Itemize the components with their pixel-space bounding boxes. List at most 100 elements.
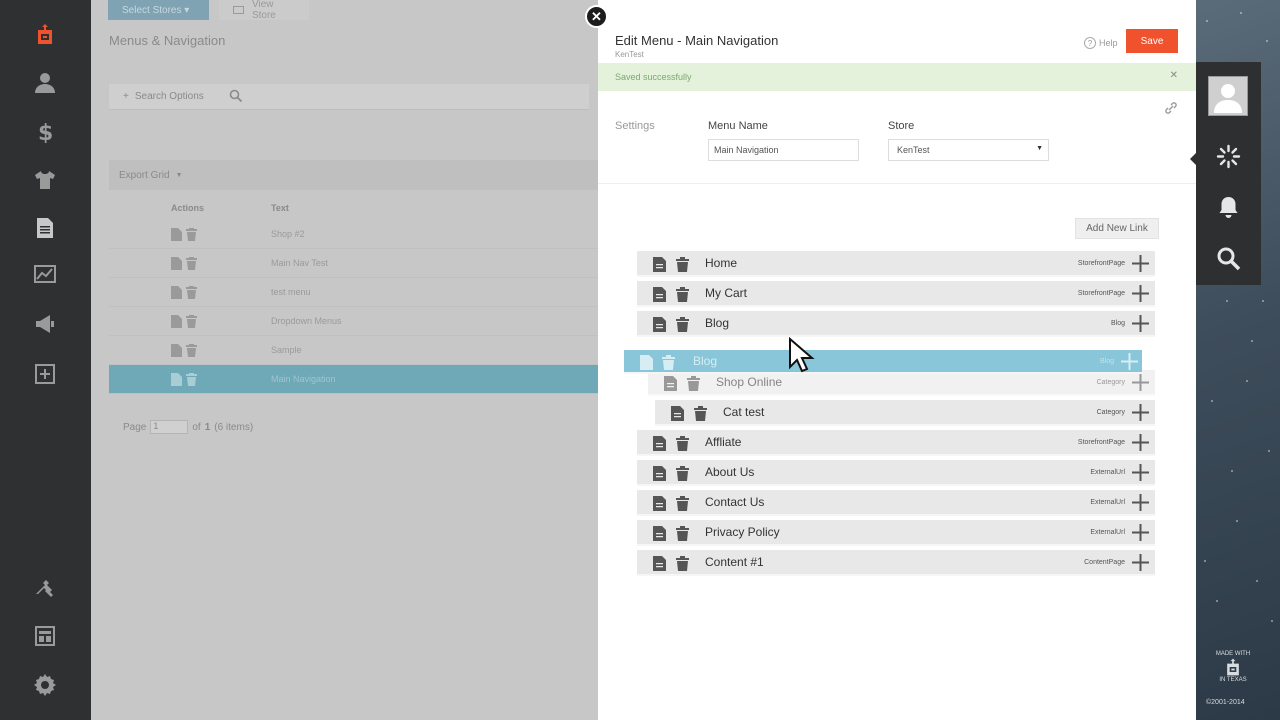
edit-page-icon[interactable] (653, 287, 666, 302)
avatar[interactable] (1208, 76, 1248, 116)
grid-pager: Page 1 of 1 (6 items) (123, 420, 253, 434)
brand-logo-icon[interactable] (31, 20, 59, 48)
table-row[interactable]: Shop #2 (109, 220, 599, 249)
trash-icon[interactable] (687, 376, 700, 391)
user-icon[interactable] (31, 69, 59, 97)
alert-close-icon[interactable]: ✕ (1170, 70, 1178, 81)
loading-spinner-icon[interactable] (1216, 144, 1241, 169)
trash-icon[interactable] (186, 285, 197, 299)
trash-icon[interactable] (676, 287, 689, 302)
edit-page-icon[interactable] (653, 436, 666, 451)
menu-item[interactable]: Blog Blog (637, 311, 1155, 337)
table-row[interactable]: Dropdown Menus (109, 307, 599, 336)
edit-page-icon[interactable] (653, 556, 666, 571)
menu-name-input[interactable] (708, 139, 859, 161)
document-icon[interactable] (31, 214, 59, 242)
menu-item[interactable]: Privacy Policy ExternalUrl (637, 520, 1155, 546)
move-icon[interactable] (1132, 434, 1149, 451)
menu-item-type: ExternalUrl (1090, 528, 1125, 536)
menu-item[interactable]: Affliate StorefrontPage (637, 430, 1155, 456)
export-grid-button[interactable]: Export Grid ▼ (109, 160, 599, 190)
divider (598, 183, 1196, 184)
menu-item[interactable]: About Us ExternalUrl (637, 460, 1155, 486)
copyright-text: ©2001-2014 (1206, 699, 1245, 706)
items-count: (6 items) (214, 421, 254, 433)
trash-icon[interactable] (676, 526, 689, 541)
trash-icon (662, 355, 675, 370)
move-icon[interactable] (1132, 285, 1149, 302)
menu-item-type: Category (1096, 408, 1125, 416)
collapse-arrow-icon[interactable] (1190, 153, 1196, 165)
edit-page-icon[interactable] (653, 257, 666, 272)
add-box-icon[interactable] (31, 360, 59, 388)
layout-icon[interactable] (31, 622, 59, 650)
alert-message: Saved successfully (615, 72, 692, 82)
view-store-button[interactable]: View Store (219, 0, 309, 21)
menu-item[interactable]: Home StorefrontPage (637, 251, 1155, 277)
trash-icon[interactable] (186, 256, 197, 270)
select-stores-button[interactable]: Select Stores ▾ (108, 0, 209, 20)
trash-icon[interactable] (186, 372, 197, 386)
chevron-down-icon: ▼ (1036, 145, 1043, 152)
dollar-icon[interactable]: $ (31, 117, 59, 145)
megaphone-icon[interactable] (31, 310, 59, 338)
trash-icon[interactable] (676, 317, 689, 332)
copy-icon[interactable] (171, 343, 182, 357)
store-select[interactable]: KenTest ▼ (888, 139, 1049, 161)
search-icon[interactable] (1216, 246, 1241, 271)
copy-icon[interactable] (171, 285, 182, 299)
close-icon: ✕ (591, 9, 602, 24)
menu-item[interactable]: My Cart StorefrontPage (637, 281, 1155, 307)
edit-page-icon[interactable] (671, 406, 684, 421)
copy-icon[interactable] (171, 256, 182, 270)
move-icon[interactable] (1132, 524, 1149, 541)
trash-icon[interactable] (676, 257, 689, 272)
made-in-texas-badge: MADE WITH IN TEXAS (1208, 642, 1258, 692)
table-row[interactable]: Main Navigation (109, 365, 599, 394)
trash-icon[interactable] (676, 466, 689, 481)
copy-icon[interactable] (171, 314, 182, 328)
add-new-link-button[interactable]: Add New Link (1075, 218, 1159, 239)
table-row[interactable]: Main Nav Test (109, 249, 599, 278)
gear-icon[interactable] (31, 671, 59, 699)
tshirt-icon[interactable] (31, 166, 59, 194)
trash-icon[interactable] (676, 436, 689, 451)
edit-page-icon[interactable] (653, 496, 666, 511)
chart-icon[interactable] (31, 260, 59, 288)
move-icon[interactable] (1132, 315, 1149, 332)
copy-icon[interactable] (171, 227, 182, 241)
search-options-toggle[interactable]: + Search Options (109, 84, 589, 110)
close-panel-button[interactable]: ✕ (585, 5, 608, 28)
menu-item[interactable]: Content #1 ContentPage (637, 550, 1155, 576)
edit-page-icon[interactable] (653, 526, 666, 541)
edit-page-icon[interactable] (653, 466, 666, 481)
move-icon[interactable] (1132, 255, 1149, 272)
copy-icon[interactable] (171, 372, 182, 386)
table-row[interactable]: test menu (109, 278, 599, 307)
move-icon[interactable] (1132, 494, 1149, 511)
tools-icon[interactable] (31, 573, 59, 601)
move-icon[interactable] (1132, 404, 1149, 421)
table-row[interactable]: Sample (109, 336, 599, 365)
menu-item[interactable]: Cat test Category (655, 400, 1155, 426)
trash-icon[interactable] (186, 343, 197, 357)
bell-icon[interactable] (1216, 195, 1241, 220)
link-icon[interactable] (1164, 101, 1178, 115)
search-icon[interactable] (229, 89, 243, 103)
help-link[interactable]: ? Help (1084, 37, 1118, 49)
trash-icon[interactable] (676, 556, 689, 571)
success-alert: Saved successfully ✕ (598, 63, 1196, 91)
save-button[interactable]: Save (1126, 29, 1178, 53)
trash-icon[interactable] (186, 314, 197, 328)
menu-item[interactable]: Contact Us ExternalUrl (637, 490, 1155, 516)
dragging-menu-item[interactable]: Blog Blog (624, 350, 1142, 374)
edit-page-icon[interactable] (664, 376, 677, 391)
move-icon[interactable] (1132, 374, 1149, 391)
page-select[interactable]: 1 (150, 420, 189, 434)
move-icon[interactable] (1132, 554, 1149, 571)
trash-icon[interactable] (186, 227, 197, 241)
trash-icon[interactable] (676, 496, 689, 511)
trash-icon[interactable] (694, 406, 707, 421)
move-icon[interactable] (1132, 464, 1149, 481)
edit-page-icon[interactable] (653, 317, 666, 332)
